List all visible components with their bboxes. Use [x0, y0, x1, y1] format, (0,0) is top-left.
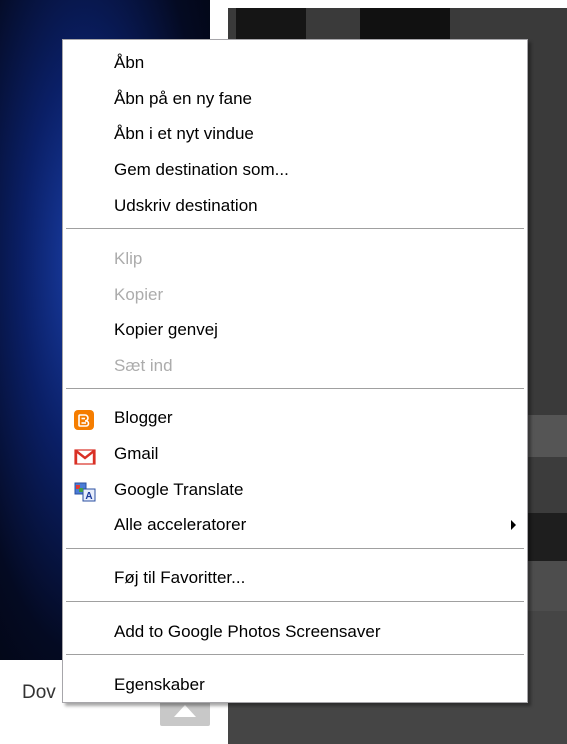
menu-item-add-to-favorites[interactable]: Føj til Favoritter...: [65, 562, 525, 594]
menu-item-all-accelerators[interactable]: Alle acceleratorer: [65, 509, 525, 541]
menu-separator: [66, 601, 524, 603]
menu-item-save-target-as[interactable]: Gem destination som...: [65, 154, 525, 186]
menu-item-add-to-google-photos-screensaver[interactable]: Add to Google Photos Screensaver: [65, 616, 525, 648]
gmail-icon: [74, 445, 96, 465]
submenu-arrow-icon: [511, 520, 516, 530]
menu-item-copy: Kopier: [65, 279, 525, 311]
menu-item-label: Google Translate: [114, 480, 244, 499]
menu-item-print-target[interactable]: Udskriv destination: [65, 190, 525, 222]
context-menu: Åbn Åbn på en ny fane Åbn i et nyt vindu…: [62, 39, 528, 703]
menu-item-label: Gem destination som...: [114, 160, 289, 179]
background-top-strip: [228, 0, 567, 8]
menu-item-label: Kopier: [114, 285, 164, 304]
menu-item-properties[interactable]: Egenskaber: [65, 669, 525, 701]
menu-item-open-new-window[interactable]: Åbn i et nyt vindue: [65, 118, 525, 150]
blogger-icon: [74, 409, 94, 430]
svg-text:A: A: [85, 491, 92, 502]
google-translate-icon: A: [74, 481, 96, 502]
menu-item-copy-shortcut[interactable]: Kopier genvej: [65, 314, 525, 346]
menu-item-open-new-tab[interactable]: Åbn på en ny fane: [65, 83, 525, 115]
menu-item-label: Gmail: [114, 444, 159, 463]
menu-item-label: Kopier genvej: [114, 320, 218, 339]
menu-item-open[interactable]: Åbn: [65, 47, 525, 79]
menu-item-gmail[interactable]: Gmail: [65, 438, 525, 470]
menu-item-blogger[interactable]: Blogger: [65, 402, 525, 434]
menu-item-label: Åbn i et nyt vindue: [114, 124, 254, 143]
menu-item-label: Klip: [114, 249, 143, 268]
menu-item-label: Blogger: [114, 408, 173, 427]
background-link-text[interactable]: Dov: [22, 682, 56, 704]
menu-item-label: Alle acceleratorer: [114, 515, 247, 534]
menu-item-label: Add to Google Photos Screensaver: [114, 622, 381, 641]
menu-item-label: Føj til Favoritter...: [114, 568, 246, 587]
menu-item-label: Åbn: [114, 53, 145, 72]
menu-item-label: Sæt ind: [114, 356, 173, 375]
menu-item-label: Egenskaber: [114, 675, 205, 694]
menu-separator: [66, 548, 524, 550]
menu-separator: [66, 388, 524, 390]
menu-item-google-translate[interactable]: A Google Translate: [65, 474, 525, 506]
menu-item-cut: Klip: [65, 243, 525, 275]
menu-item-paste: Sæt ind: [65, 350, 525, 382]
menu-separator: [66, 654, 524, 656]
menu-separator: [66, 228, 524, 230]
menu-item-label: Udskriv destination: [114, 196, 258, 215]
menu-item-label: Åbn på en ny fane: [114, 89, 253, 108]
